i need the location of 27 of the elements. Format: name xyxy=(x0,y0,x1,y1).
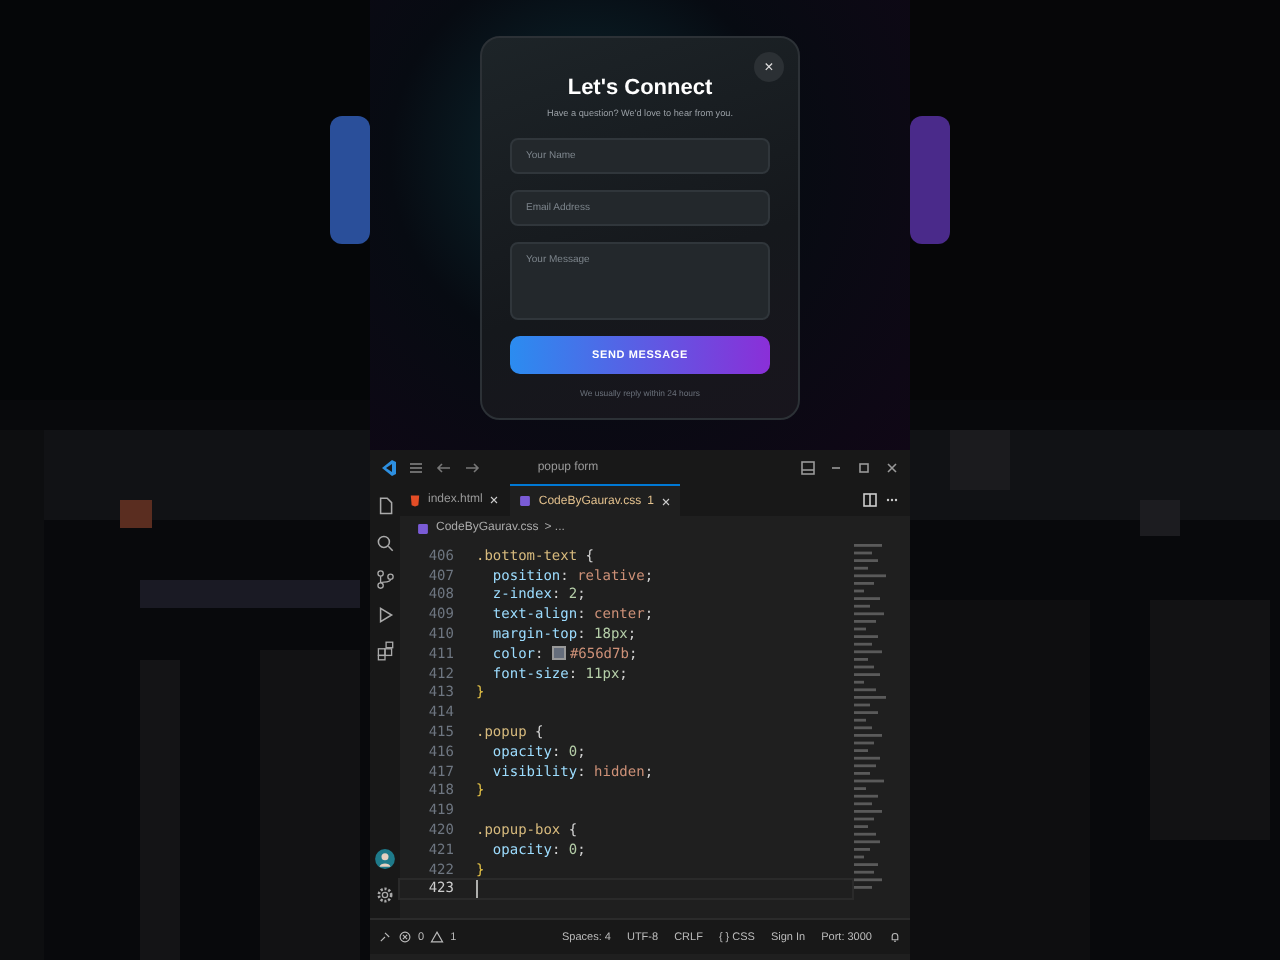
split-editor-icon[interactable] xyxy=(860,490,880,510)
search-icon[interactable] xyxy=(374,532,396,554)
extensions-icon[interactable] xyxy=(374,640,396,662)
account-avatar-icon[interactable] xyxy=(374,848,396,870)
menu-icon[interactable] xyxy=(406,457,426,477)
close-icon[interactable] xyxy=(882,457,902,477)
close-tab-icon[interactable] xyxy=(488,494,501,506)
source-control-icon[interactable] xyxy=(374,568,396,590)
css-file-icon xyxy=(416,521,430,535)
text-cursor xyxy=(476,879,478,898)
forward-icon[interactable] xyxy=(462,457,482,477)
back-icon[interactable] xyxy=(434,457,454,477)
settings-icon[interactable] xyxy=(374,884,396,906)
files-icon[interactable] xyxy=(374,496,396,518)
layout-icon[interactable] xyxy=(798,457,818,477)
close-tab-icon[interactable] xyxy=(659,495,672,507)
warning-icon xyxy=(430,930,445,944)
css-file-icon xyxy=(518,494,533,508)
html-file-icon xyxy=(408,493,422,507)
bell-icon[interactable] xyxy=(888,930,902,944)
editor-logo-icon xyxy=(378,457,398,477)
error-icon xyxy=(398,930,412,944)
close-button[interactable]: × xyxy=(754,52,784,82)
popup-title: Let's Connect xyxy=(567,76,713,100)
run-debug-icon[interactable] xyxy=(374,604,396,626)
remote-icon[interactable] xyxy=(378,930,392,944)
maximize-icon[interactable] xyxy=(854,457,874,477)
